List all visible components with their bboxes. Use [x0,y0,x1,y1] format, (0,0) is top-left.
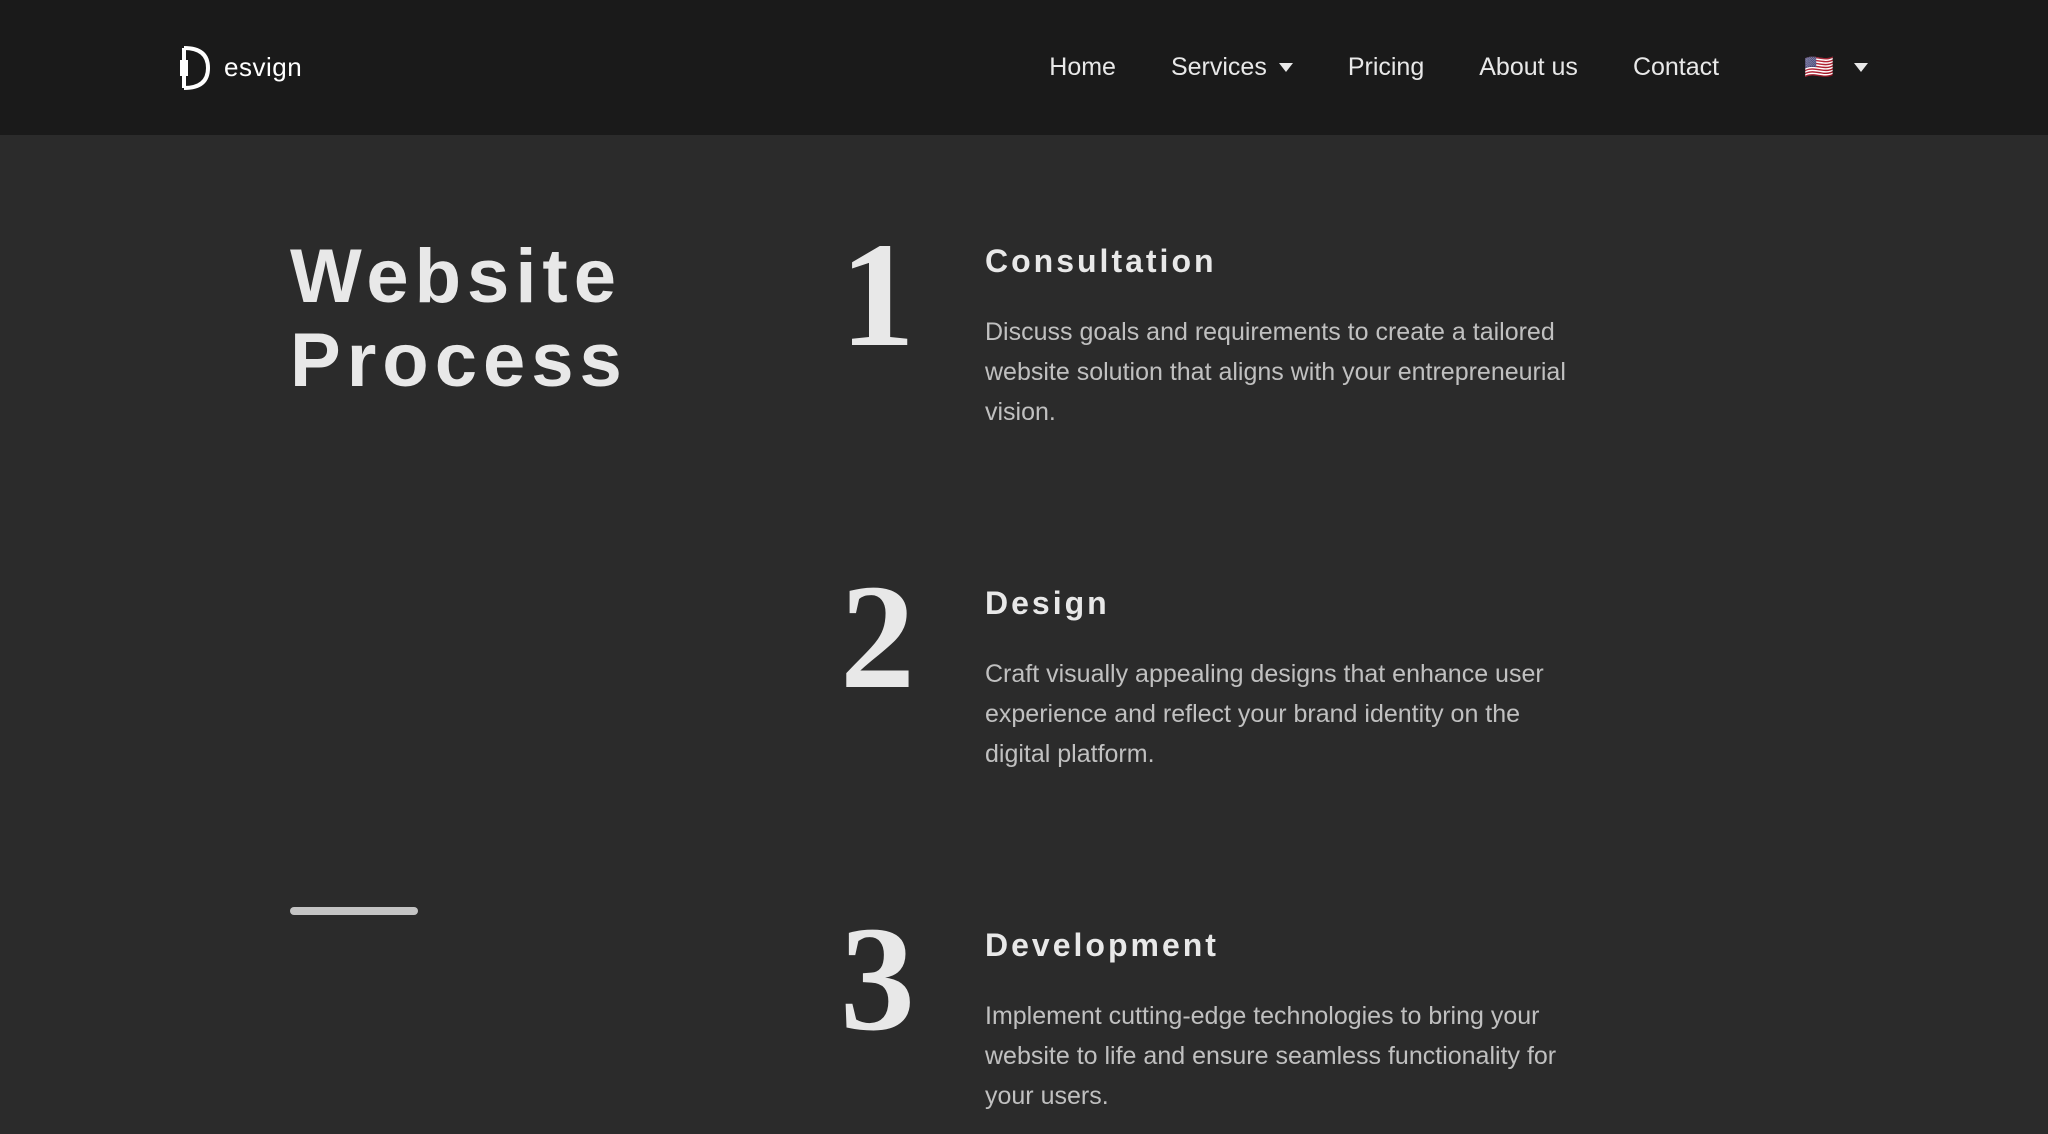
nav: Home Services Pricing About us Contact 🇺… [1049,53,1868,82]
process-step-1: 1 Consultation Discuss goals and require… [830,235,1758,432]
step-description: Implement cutting-edge technologies to b… [985,996,1575,1116]
nav-home[interactable]: Home [1049,53,1116,82]
step-number: 2 [830,577,925,697]
step-content: Development Implement cutting-edge techn… [985,919,1758,1116]
step-title: Design [985,585,1758,622]
header: esvign Home Services Pricing About us Co… [0,0,2048,135]
nav-services[interactable]: Services [1171,53,1293,82]
step-content: Consultation Discuss goals and requireme… [985,235,1758,432]
step-description: Discuss goals and requirements to create… [985,312,1575,432]
logo-icon [180,44,216,92]
nav-about[interactable]: About us [1479,53,1578,82]
title-line-1: Website [290,234,622,319]
logo-text: esvign [224,52,302,83]
step-title: Consultation [985,243,1758,280]
step-content: Design Craft visually appealing designs … [985,577,1758,774]
step-title: Development [985,927,1758,964]
step-number: 1 [830,235,925,355]
process-step-3: 3 Development Implement cutting-edge tec… [830,919,1758,1116]
title-line-2: Process [290,318,628,403]
logo[interactable]: esvign [180,44,302,92]
nav-about-label: About us [1479,53,1578,82]
main-content: Website Process 1 Consultation Discuss g… [0,135,2048,1116]
nav-home-label: Home [1049,53,1116,82]
language-selector[interactable]: 🇺🇸 [1804,53,1868,82]
divider [290,907,418,915]
nav-services-label: Services [1171,53,1267,82]
step-number: 3 [830,919,925,1039]
nav-contact-label: Contact [1633,53,1719,82]
nav-contact[interactable]: Contact [1633,53,1719,82]
section-title: Website Process [290,235,690,402]
nav-pricing-label: Pricing [1348,53,1424,82]
nav-pricing[interactable]: Pricing [1348,53,1424,82]
chevron-down-icon [1279,63,1293,72]
left-column: Website Process [290,235,690,955]
process-step-2: 2 Design Craft visually appealing design… [830,577,1758,774]
right-column: 1 Consultation Discuss goals and require… [830,235,1758,1116]
flag-icon: 🇺🇸 [1804,53,1834,82]
step-description: Craft visually appealing designs that en… [985,654,1575,774]
chevron-down-icon [1854,63,1868,72]
